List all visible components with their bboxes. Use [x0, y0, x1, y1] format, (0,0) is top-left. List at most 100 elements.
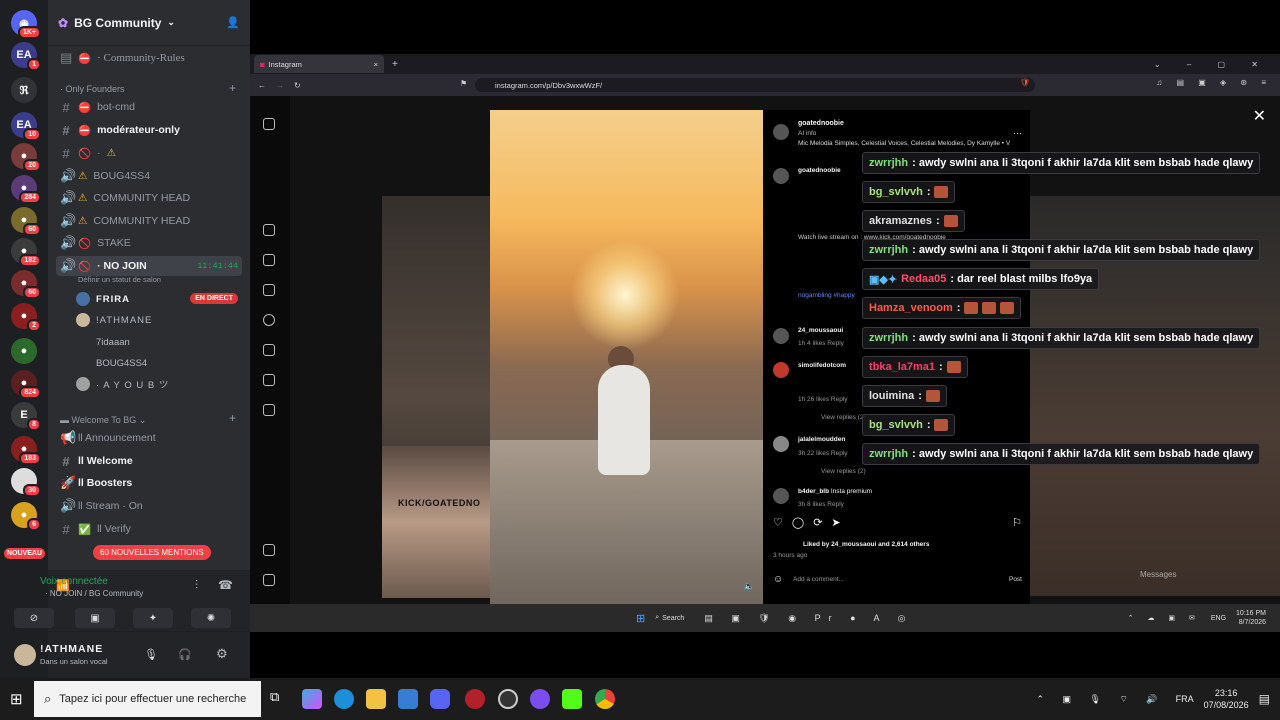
avatar[interactable] — [773, 124, 789, 140]
server-icon[interactable]: ● 183 — [11, 436, 41, 465]
soundboard-button[interactable]: ✺ — [191, 608, 231, 628]
hashtags[interactable]: nogambling #happy — [798, 292, 855, 299]
server-icon[interactable]: ● 20 — [11, 143, 41, 172]
back-icon[interactable]: ← — [258, 81, 266, 90]
channel-stake[interactable]: 🔊 🚫 STAKE — [56, 233, 242, 253]
toolbar-icons[interactable]: ♫ ▤ ▣ ◈ ⊛ ≡ — [1156, 78, 1272, 87]
liked-by[interactable]: Liked by 24_moussaoui and 2,614 others — [803, 541, 929, 548]
mute-icon[interactable]: 🔈 — [744, 581, 755, 592]
reload-icon[interactable]: ↻ — [294, 81, 301, 90]
server-icon[interactable]: ● 182 — [11, 238, 41, 267]
close-icon[interactable]: ✕ — [1253, 106, 1266, 126]
reels-icon[interactable] — [263, 254, 275, 266]
add-comment-input[interactable]: Add a comment... — [793, 576, 844, 583]
channel-moderateur-only[interactable]: # ⛔ modérateur-only — [56, 120, 242, 140]
channel-announcement[interactable]: 📢 ll Announcement — [56, 428, 242, 448]
view-replies[interactable]: View replies (2) — [821, 468, 866, 475]
window-controls[interactable]: ⌄ – ▢ ✕ — [1154, 60, 1270, 69]
save-icon[interactable]: ⚐ — [1012, 516, 1022, 529]
microphone-icon[interactable]: 🎙 — [144, 648, 158, 661]
channel-status[interactable]: Définir un statut de salon — [78, 275, 161, 284]
more-options-icon[interactable]: ··· — [1013, 128, 1022, 138]
voice-user[interactable]: BOUG4SS4 — [76, 353, 147, 373]
avatar[interactable] — [773, 328, 789, 344]
server-icon[interactable]: ● 60 — [11, 270, 41, 299]
chrome-icon[interactable] — [595, 689, 615, 709]
server-icon[interactable]: E8 — [11, 402, 41, 431]
channel-community-head[interactable]: 🔊 ⚠ COMMUNITY HEAD — [56, 188, 242, 208]
home-icon[interactable] — [263, 224, 275, 236]
comment-user[interactable]: jalalelmoudden — [798, 436, 845, 443]
new-mentions-pill[interactable]: 60 NOUVELLES MENTIONS — [93, 545, 211, 560]
comment-user[interactable]: b4der_blb — [798, 488, 829, 495]
voice-user[interactable]: FRIRA — [76, 289, 130, 309]
bookmark-icon[interactable]: ⚑ — [460, 79, 467, 88]
add-member-icon[interactable]: 👤 — [226, 16, 240, 29]
comment-user[interactable]: 24_moussaoui — [798, 327, 843, 334]
music-credit[interactable]: Mic Melodia Simples, Celestial Voices, C… — [798, 140, 1023, 147]
add-channel-icon[interactable]: + — [229, 81, 236, 95]
channel-community-head[interactable]: 🔊 ⚠ COMMUNITY HEAD — [56, 211, 242, 231]
activities-button[interactable]: ✦ — [133, 608, 173, 628]
dashboard-icon[interactable] — [263, 404, 275, 416]
voice-channel-label[interactable]: · NO JOIN / BG Community — [45, 589, 143, 598]
app-icon[interactable] — [465, 689, 485, 709]
app-icon[interactable] — [498, 689, 518, 709]
voice-connected-label[interactable]: Voix connectée — [40, 576, 108, 587]
copilot-icon[interactable] — [302, 689, 322, 709]
messages-button[interactable]: Messages — [1140, 570, 1176, 579]
search-icon[interactable] — [263, 314, 275, 326]
add-channel-icon[interactable]: + — [229, 411, 236, 425]
taskbar-search[interactable]: ⌕ Tapez ici pour effectuer une recherche — [34, 681, 261, 717]
server-icon[interactable]: EA 1 — [11, 42, 41, 71]
server-icon[interactable]: ● 824 — [11, 370, 41, 399]
headphones-icon[interactable]: 🎧 — [178, 648, 192, 661]
share-icon[interactable]: ➤ — [831, 517, 849, 529]
forward-icon[interactable]: → — [276, 81, 284, 90]
avatar[interactable] — [773, 436, 789, 452]
channel-verify[interactable]: # ✅ ll Verify — [56, 519, 242, 539]
channel-no-join[interactable]: 🔊 🚫 · NO JOIN 11:41:44 — [56, 256, 242, 276]
voice-user[interactable]: 7idaaan — [76, 332, 130, 352]
avatar[interactable] — [14, 644, 36, 666]
post-actions[interactable]: ♡◯⟳➤ — [773, 516, 850, 529]
clock[interactable]: 23:16 07/08/2026 — [1204, 687, 1249, 711]
instagram-icon[interactable] — [263, 118, 275, 130]
post-comment-button[interactable]: Post — [1009, 576, 1022, 583]
channel-stream-on[interactable]: 🔊 ll Stream · On — [56, 496, 242, 516]
ai-info[interactable]: AI info — [798, 130, 816, 137]
post-author[interactable]: goatednoobie — [798, 120, 844, 127]
repost-icon[interactable]: ⟳ — [813, 517, 831, 529]
url-field[interactable]: instagram.com/p/Dbv3wxwWzF/ — [475, 78, 1035, 92]
comment-user[interactable]: simolifedotcom — [798, 362, 846, 369]
caption-author[interactable]: goatednoobie — [798, 167, 841, 174]
voice-user[interactable]: !ATHMANE — [76, 310, 152, 330]
server-icon[interactable]: ● 60 — [11, 207, 41, 236]
task-view-icon[interactable]: ⧉ — [270, 689, 290, 709]
gear-icon[interactable]: ⚙ — [216, 646, 228, 662]
avatar[interactable] — [773, 362, 789, 378]
windows-start-icon[interactable]: ⊞ — [10, 690, 23, 708]
app-icon[interactable] — [530, 689, 550, 709]
close-icon[interactable]: × — [374, 60, 378, 69]
soundboard-icon[interactable]: ⫶ — [195, 578, 198, 593]
messages-icon[interactable] — [263, 284, 275, 296]
channel-hidden[interactable]: # 🚫 · ⚠ — [56, 143, 242, 163]
voice-user[interactable]: · A Y O U B ツ — [76, 374, 169, 394]
like-icon[interactable]: ♡ — [773, 517, 792, 529]
view-replies[interactable]: View replies (2) — [821, 414, 866, 421]
comment-icon[interactable]: ◯ — [792, 517, 813, 529]
server-icon[interactable]: ℜ — [11, 77, 37, 103]
avatar[interactable] — [773, 168, 789, 184]
camera-off-button[interactable]: ⊘ — [14, 608, 54, 628]
channel-welcome[interactable]: # ll Welcome — [56, 451, 242, 471]
user-name[interactable]: !ATHMANE — [40, 643, 103, 655]
category-welcome[interactable]: ▬ Welcome To BG ⌄ — [60, 415, 146, 426]
channel-boosters[interactable]: 🚀 ll Boosters — [56, 473, 242, 493]
discord-home-icon[interactable]: ◉ 1K+ — [11, 10, 41, 39]
server-icon[interactable]: ● 6 — [11, 502, 41, 531]
brave-shield-icon[interactable]: 🛡 — [1020, 78, 1030, 87]
tab-instagram[interactable]: ◙ Instagram × — [254, 55, 384, 73]
tray-icons[interactable]: ⌃ ▣ 🎙 ⌔ 🔊 — [1036, 694, 1165, 705]
more-icon[interactable] — [263, 574, 275, 586]
